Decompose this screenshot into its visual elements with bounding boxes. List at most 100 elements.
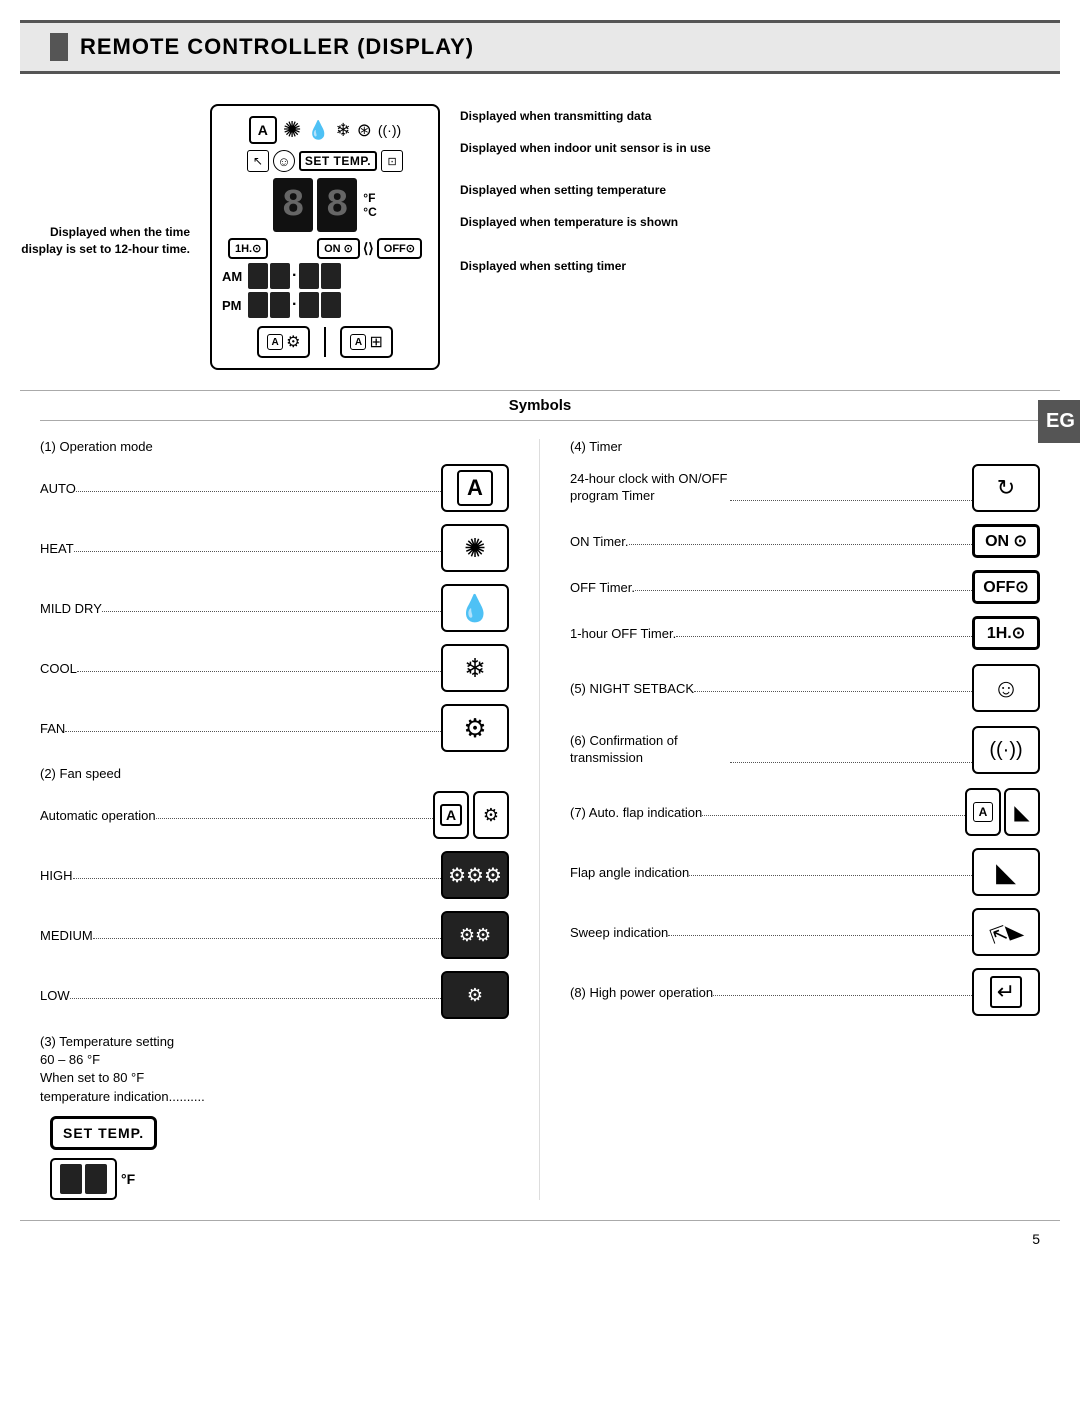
right-annotations: Displayed when transmitting data Display…: [460, 94, 1060, 380]
symbol-fan: FAN ⚙: [40, 704, 509, 752]
ann-2: Displayed when indoor unit sensor is in …: [460, 141, 1060, 155]
timer-section: (4) Timer 24-hour clock with ON/OFF prog…: [570, 439, 1040, 650]
1h-timer-symbol: 1H.⊙: [972, 616, 1040, 650]
temp-d1: [60, 1164, 82, 1194]
bottom-divider: [20, 1220, 1060, 1221]
page-number-area: 5: [0, 1231, 1080, 1267]
remote-diagram: A ✺ 💧 ❄ ⊛ ((·)) ↖ ☺ SET TEMP. ⊡ 8 8: [210, 104, 440, 370]
sensor-icon: ⊡: [381, 150, 403, 172]
am-h1: [248, 263, 268, 289]
header-bar-decoration: [50, 33, 68, 61]
pm-time-display: ·: [248, 292, 341, 318]
auto-flap-group: A ⊞: [340, 326, 392, 358]
night-setback-symbol: ☺: [972, 664, 1040, 712]
degree-labels: °F °C: [363, 191, 376, 219]
pm-m1: [299, 292, 319, 318]
symbols-left-col: (1) Operation mode AUTO A HEAT: [40, 439, 540, 1200]
symbol-auto: AUTO A: [40, 464, 509, 512]
am-m2: [321, 263, 341, 289]
eg-label: EG: [1038, 400, 1080, 443]
pm-row: PM ·: [222, 292, 428, 318]
temp-f-label: °F: [121, 1171, 135, 1187]
temp-d2: [85, 1164, 107, 1194]
flap-angle-section: Flap angle indication ◣: [570, 848, 1040, 896]
temp-digit-display: °F: [50, 1158, 509, 1200]
am-time-display: ·: [248, 263, 341, 289]
temp-digit-box: [50, 1158, 117, 1200]
a-small: A: [267, 334, 283, 350]
symbol-off-timer: OFF Timer. OFF⊙: [570, 570, 1040, 604]
auto-icon: A: [249, 116, 277, 144]
fan-symbol: ⚙: [441, 704, 509, 752]
page-header: REMOTE CONTROLLER (DISPLAY): [20, 20, 1060, 74]
sleep-icon: ↖: [247, 150, 269, 172]
timer-title: (4) Timer: [570, 439, 1040, 454]
high-power-section: (8) High power operation ↵: [570, 968, 1040, 1016]
left-annotation: Displayed when the time display is set t…: [20, 94, 190, 380]
symbols-grid: (1) Operation mode AUTO A HEAT: [40, 439, 1040, 1200]
operation-mode-section: (1) Operation mode AUTO A HEAT: [40, 439, 509, 752]
symbol-cool: COOL ❄: [40, 644, 509, 692]
flap-icon: ⊞: [369, 332, 382, 352]
pm-h2: [270, 292, 290, 318]
symbols-section: Symbols (1) Operation mode AUTO A: [10, 391, 1070, 1200]
ann-1: Displayed when transmitting data: [460, 109, 1060, 123]
a-small-2: A: [350, 334, 366, 350]
24h-clock-symbol: ↻: [972, 464, 1040, 512]
auto-symbol: A: [441, 464, 509, 512]
symbol-24h: 24-hour clock with ON/OFF program Timer …: [570, 464, 1040, 512]
ann-5: Displayed when setting timer: [460, 259, 1060, 273]
flap-angle-symbol: ◣: [972, 848, 1040, 896]
fan-icon-disp: ⊛: [357, 120, 372, 141]
mild-dry-symbol: 💧: [441, 584, 509, 632]
op-mode-title: (1) Operation mode: [40, 439, 509, 454]
timer-row: 1H.⊙ ON ⊙ ⟨⟩ OFF⊙: [228, 238, 422, 259]
am-colon: ·: [292, 267, 297, 285]
bottom-icon-row: A ⚙ A ⊞: [222, 326, 428, 358]
am-pm-section: AM · PM ·: [222, 263, 428, 318]
auto-flap-symbol: A ◣: [965, 788, 1040, 836]
am-m1: [299, 263, 319, 289]
symbol-auto-op: Automatic operation A ⚙: [40, 791, 509, 839]
auto-fan-group: A ⚙: [257, 326, 310, 358]
fan-speed-section: (2) Fan speed Automatic operation A ⚙: [40, 766, 509, 1019]
confirm-symbol: ((·)): [972, 726, 1040, 774]
sweep-symbol: ⇱◣: [972, 908, 1040, 956]
on-timer-symbol: ON ⊙: [972, 524, 1040, 558]
symbol-1h-timer: 1-hour OFF Timer. 1H.⊙: [570, 616, 1040, 650]
pm-m2: [321, 292, 341, 318]
auto-flap-section: (7) Auto. flap indication A ◣: [570, 788, 1040, 836]
am-h2: [270, 263, 290, 289]
pm-h1: [248, 292, 268, 318]
off-timer-symbol: OFF⊙: [972, 570, 1040, 604]
night-setback-section: (5) NIGHT SETBACK ☺: [570, 664, 1040, 712]
1h-disp: 1H.⊙: [228, 238, 268, 259]
mode-icons-row: A ✺ 💧 ❄ ⊛ ((·)): [222, 116, 428, 144]
vertical-divider: [324, 327, 326, 357]
high-power-symbol: ↵: [972, 968, 1040, 1016]
on-off-row: ON ⊙ ⟨⟩ OFF⊙: [317, 238, 422, 259]
heat-icon: ✺: [283, 117, 301, 143]
ann-3: Displayed when setting temperature: [460, 183, 1060, 197]
temp-section-title: (3) Temperature setting60 – 86 °FWhen se…: [40, 1033, 509, 1106]
set-temp-display: SET TEMP.: [299, 151, 377, 171]
symbols-right-col: (4) Timer 24-hour clock with ON/OFF prog…: [540, 439, 1040, 1200]
symbols-header: Symbols: [40, 391, 1040, 421]
sweep-section: Sweep indication ⇱◣: [570, 908, 1040, 956]
ann-4: Displayed when temperature is shown: [460, 215, 1060, 229]
am-row: AM ·: [222, 263, 428, 289]
pm-colon: ·: [292, 296, 297, 314]
low-symbol: ⚙: [441, 971, 509, 1019]
set-temp-large-box: SET TEMP.: [50, 1116, 157, 1150]
symbol-on-timer: ON Timer. ON ⊙: [570, 524, 1040, 558]
symbol-heat: HEAT ✺: [40, 524, 509, 572]
seg-digit-2: 8: [317, 178, 357, 232]
cool-symbol: ❄: [441, 644, 509, 692]
high-symbol: ⚙⚙⚙: [441, 851, 509, 899]
heat-symbol: ✺: [441, 524, 509, 572]
temp-setting-section: (3) Temperature setting60 – 86 °FWhen se…: [40, 1033, 509, 1200]
symbol-medium: MEDIUM ⚙⚙: [40, 911, 509, 959]
temp-setting-icons: SET TEMP.: [50, 1116, 509, 1150]
off-timer-disp: OFF⊙: [377, 238, 422, 259]
symbol-low: LOW ⚙: [40, 971, 509, 1019]
